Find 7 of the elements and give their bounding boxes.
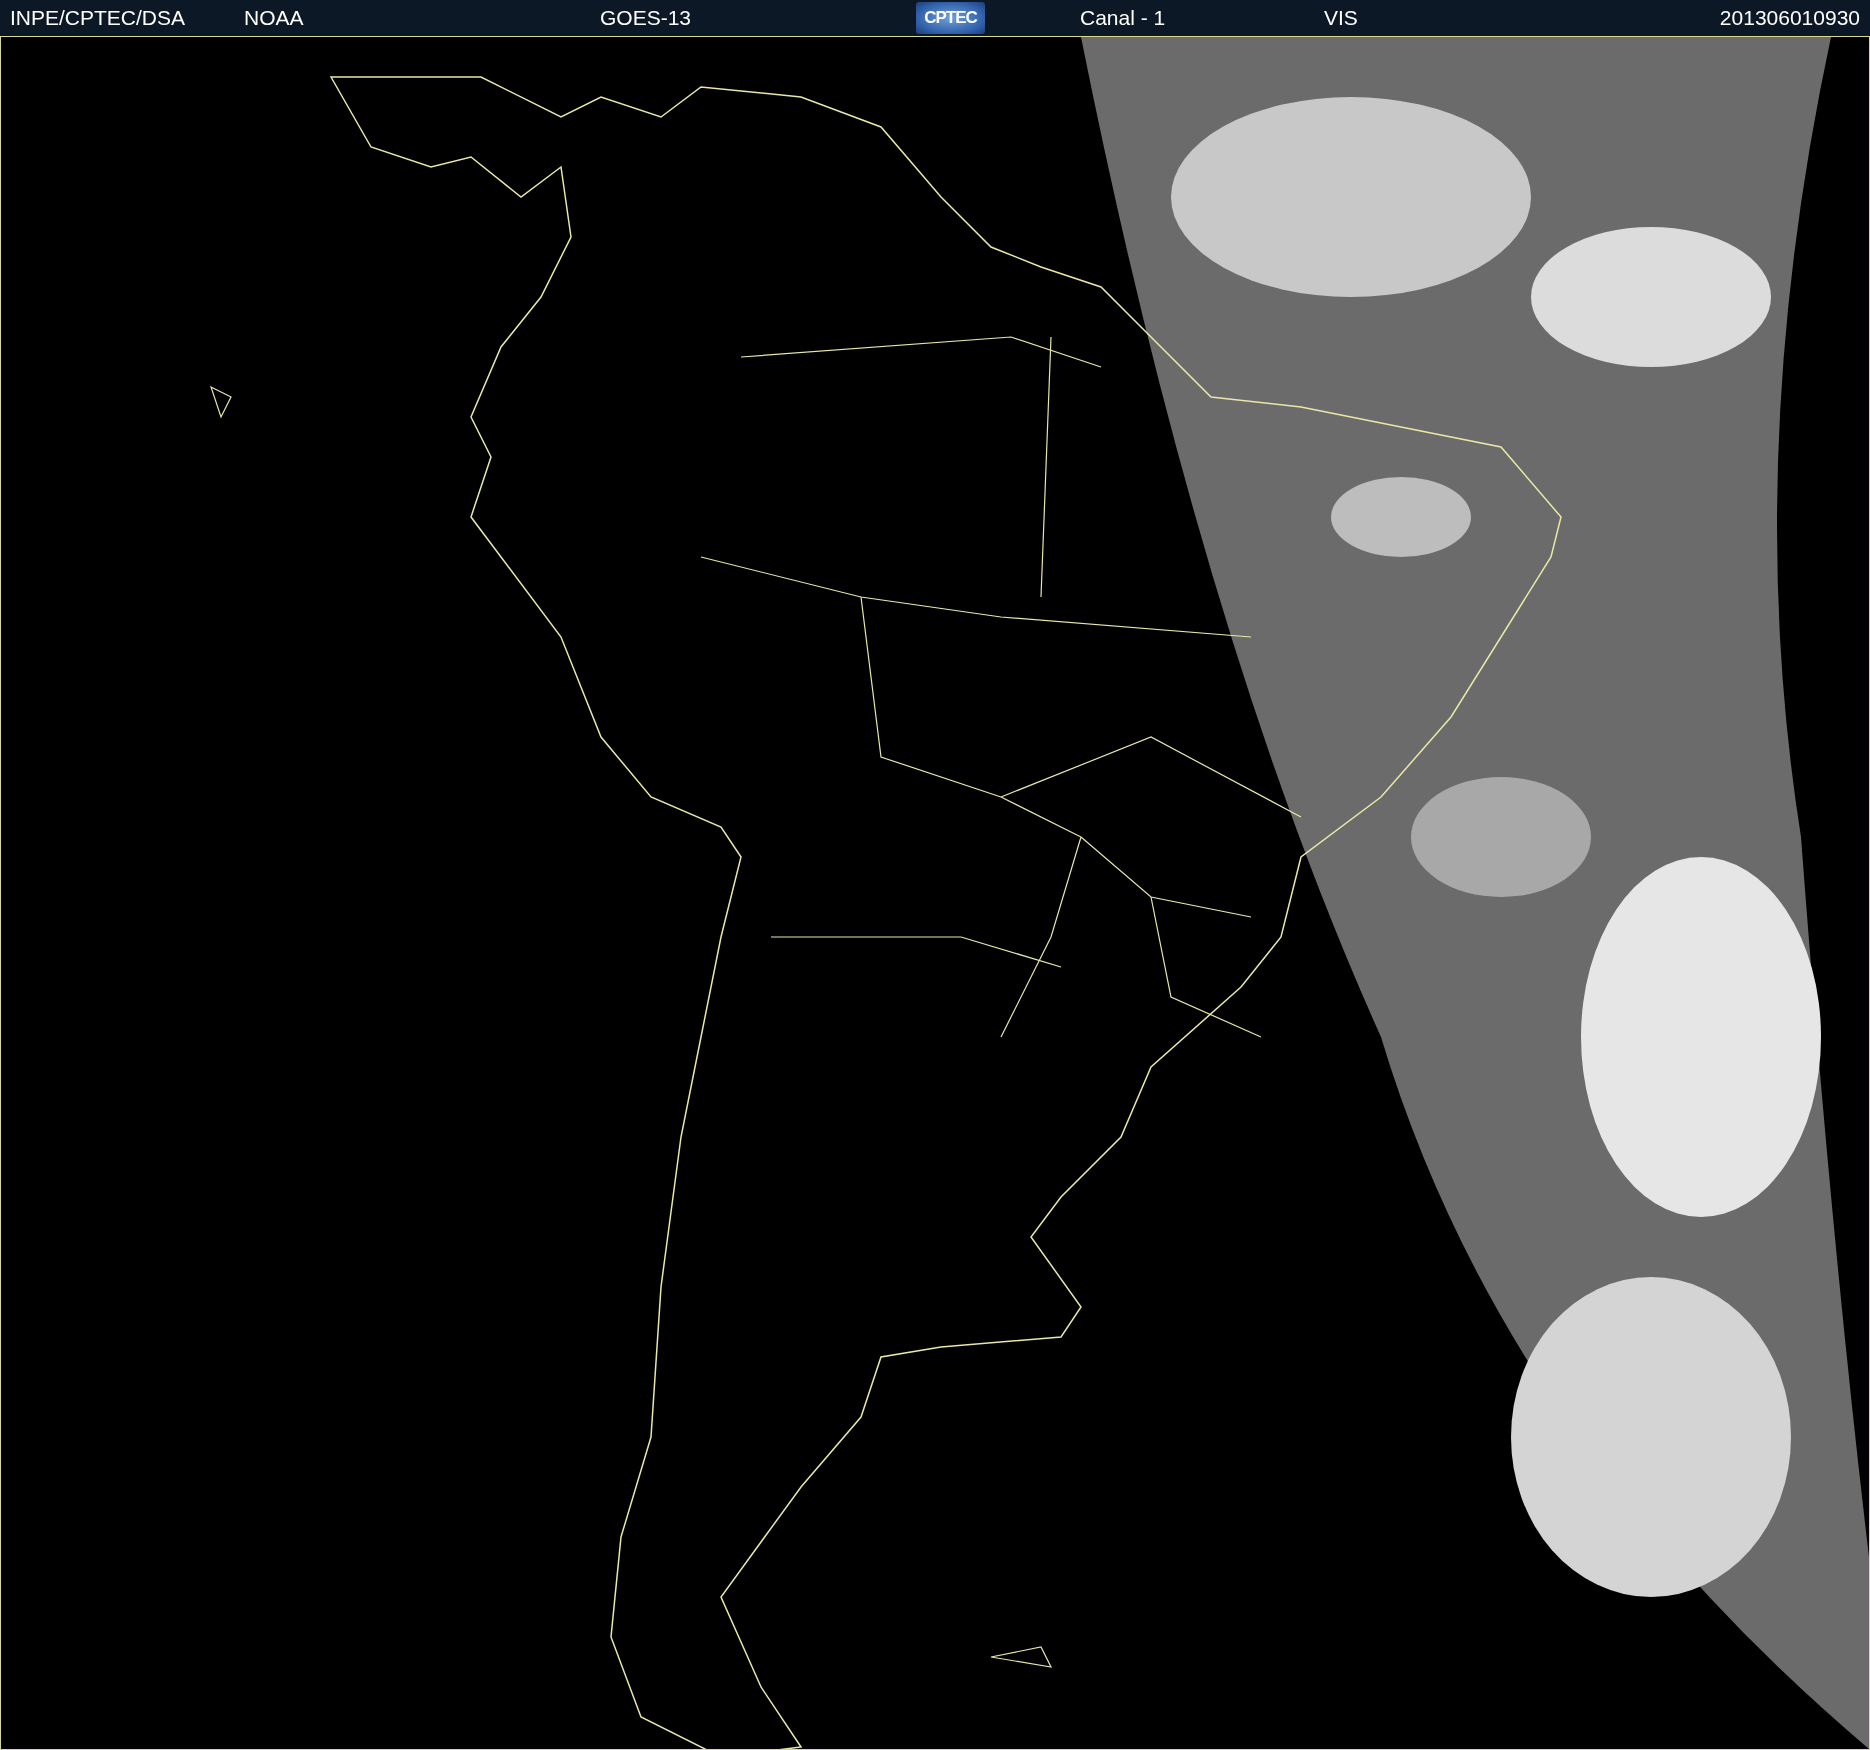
header-label: Canal - 1: [1080, 6, 1167, 30]
header-label: 201306010930: [1719, 6, 1860, 30]
header-label: INPE/CPTEC/DSA: [10, 6, 187, 30]
header-label: GOES-13: [600, 6, 693, 30]
logo: CPTEC: [916, 2, 985, 34]
header-label: NOAA: [244, 6, 305, 30]
header-label: VIS: [1324, 6, 1359, 30]
